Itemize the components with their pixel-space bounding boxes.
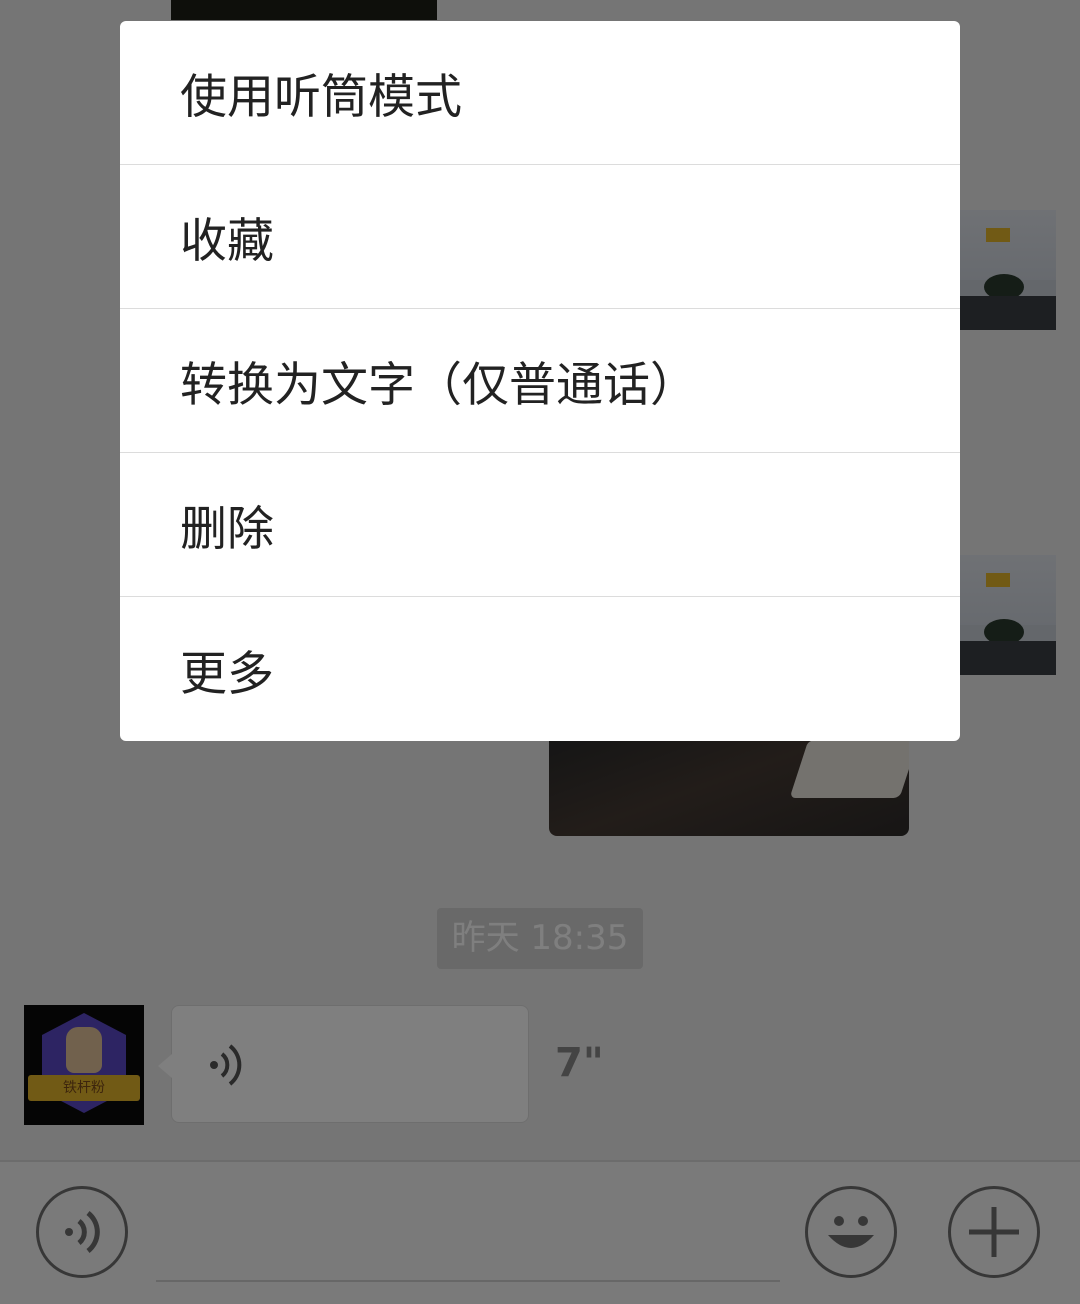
menu-item-more[interactable]: 更多 xyxy=(120,597,960,741)
context-menu: 使用听筒模式 收藏 转换为文字（仅普通话） 删除 更多 xyxy=(120,21,960,741)
menu-item-earpiece-mode[interactable]: 使用听筒模式 xyxy=(120,21,960,165)
menu-item-favorite[interactable]: 收藏 xyxy=(120,165,960,309)
menu-item-delete[interactable]: 删除 xyxy=(120,453,960,597)
menu-item-convert-to-text[interactable]: 转换为文字（仅普通话） xyxy=(120,309,960,453)
